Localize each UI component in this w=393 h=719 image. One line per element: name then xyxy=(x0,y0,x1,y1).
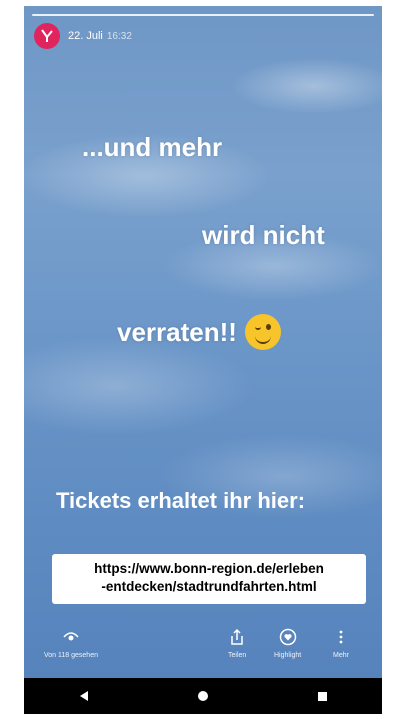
url-line-2: -entdecken/stadtrundfahrten.html xyxy=(101,579,317,594)
story-time: 16:32 xyxy=(106,30,132,42)
highlight-label: Highlight xyxy=(274,652,302,659)
heart-circle-icon xyxy=(279,628,297,646)
story-progress-bar xyxy=(32,14,374,16)
story-header: 22. Juli 16:32 xyxy=(34,22,132,50)
story-text-line-2: wird nicht xyxy=(202,220,325,250)
eye-icon xyxy=(62,628,80,646)
story-text-line-3-label: verraten!! xyxy=(117,316,237,347)
more-button[interactable]: Mehr xyxy=(332,628,350,659)
url-line-1: https://www.bonn-region.de/erleben xyxy=(94,561,324,576)
back-button[interactable] xyxy=(54,678,114,714)
story-date: 22. Juli xyxy=(68,30,103,42)
profile-avatar[interactable] xyxy=(34,23,60,49)
share-label: Teilen xyxy=(228,652,247,659)
viewers-count-label: Von 118 gesehen xyxy=(44,652,98,659)
more-label: Mehr xyxy=(333,652,349,659)
home-button[interactable] xyxy=(173,678,233,714)
more-vertical-icon xyxy=(332,628,350,646)
url-sticker[interactable]: https://www.bonn-region.de/erleben -entd… xyxy=(52,554,366,604)
story-actions-bar: Von 118 gesehen Teilen Highlight Mehr xyxy=(24,628,382,676)
viewers-button[interactable]: Von 118 gesehen xyxy=(44,628,98,659)
story-view[interactable]: 22. Juli 16:32 ...und mehr wird nicht ve… xyxy=(24,6,382,678)
share-icon xyxy=(228,628,246,646)
recents-icon xyxy=(317,691,327,701)
profile-logo-icon xyxy=(41,29,53,42)
back-icon xyxy=(79,691,88,701)
android-nav-bar xyxy=(24,678,382,714)
tickets-heading: Tickets erhaltet ihr hier: xyxy=(56,488,306,513)
home-icon xyxy=(197,691,208,701)
highlight-button[interactable]: Highlight xyxy=(274,628,301,659)
winking-face-icon xyxy=(244,314,281,350)
share-button[interactable]: Teilen xyxy=(228,628,246,659)
story-text-line-3: verraten!! xyxy=(117,314,281,350)
phone-screen: 22. Juli 16:32 ...und mehr wird nicht ve… xyxy=(24,6,382,714)
story-text-line-1: ...und mehr xyxy=(82,132,223,162)
recents-button[interactable] xyxy=(292,678,352,714)
